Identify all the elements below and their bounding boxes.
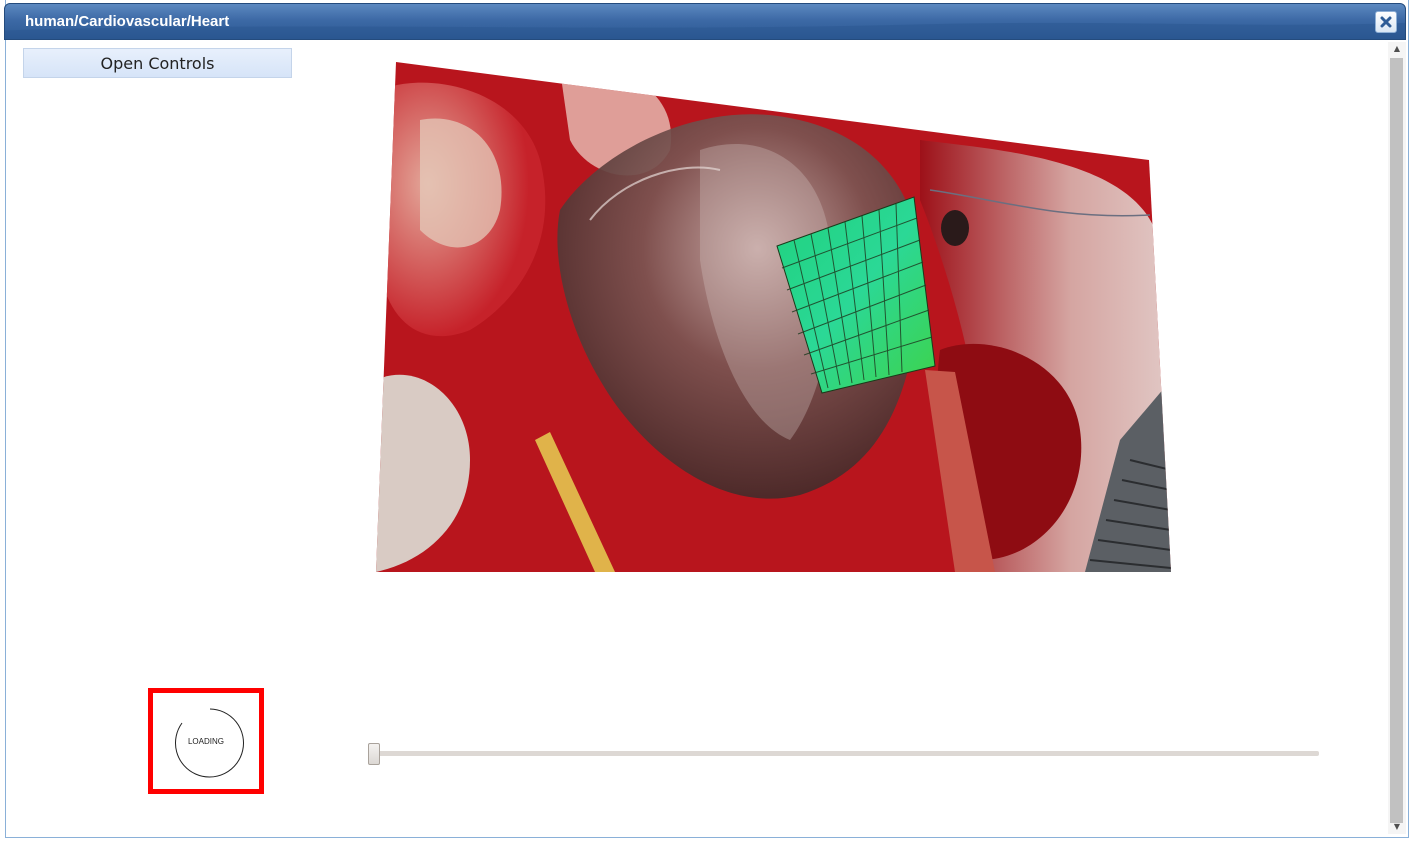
loading-text: LOADING — [187, 737, 224, 746]
timeline-slider-thumb[interactable] — [368, 743, 380, 765]
surgical-video-frame — [376, 62, 1171, 572]
scroll-down-arrow-icon[interactable]: ▼ — [1388, 820, 1406, 834]
scrollbar-thumb[interactable] — [1390, 58, 1403, 823]
timeline-slider-track[interactable] — [369, 751, 1319, 756]
loading-indicator: LOADING — [148, 688, 264, 794]
vertical-scrollbar[interactable]: ▲ ▼ — [1388, 42, 1406, 834]
scroll-up-arrow-icon[interactable]: ▲ — [1388, 42, 1406, 56]
